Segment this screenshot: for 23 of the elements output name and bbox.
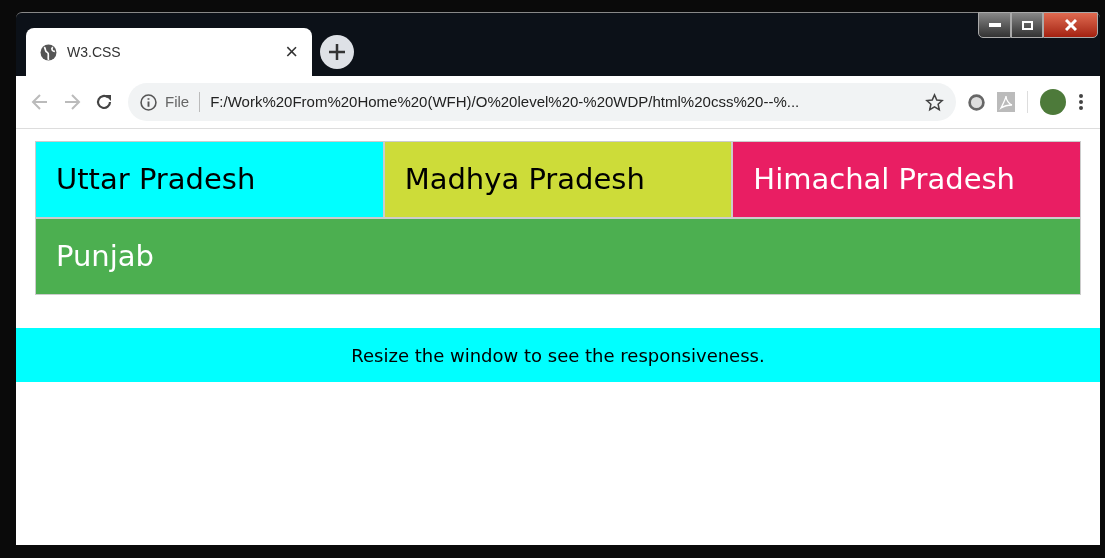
browser-tab[interactable]: W3.CSS ×	[26, 28, 312, 76]
menu-icon[interactable]	[1078, 93, 1084, 111]
globe-icon	[40, 43, 57, 61]
profile-avatar[interactable]	[1040, 89, 1066, 115]
extension-icon[interactable]	[968, 93, 985, 111]
scheme-label: File	[165, 91, 190, 112]
minimize-button[interactable]	[978, 12, 1011, 38]
state-panel: Punjab	[36, 219, 1080, 294]
new-tab-icon[interactable]	[320, 35, 354, 69]
footer-banner: Resize the window to see the responsiveness.	[16, 328, 1100, 382]
address-bar[interactable]: File F:/Work%20From%20Home%20(WFH)/O%20level%20-%20WDP/html%20css%20--%...	[128, 83, 956, 121]
url-text: F:/Work%20From%20Home%20(WFH)/O%20level%20-%20WDP/html%20css%20--%...	[210, 91, 801, 112]
tab-title: W3.CSS	[67, 42, 122, 62]
star-icon[interactable]	[925, 92, 944, 112]
state-panel: Himachal Pradesh	[733, 142, 1080, 217]
info-icon[interactable]	[140, 93, 157, 111]
maximize-button[interactable]	[1011, 12, 1043, 38]
state-panel: Uttar Pradesh	[36, 142, 383, 217]
tab-close-button[interactable]: ×	[285, 41, 298, 63]
state-panel: Madhya Pradesh	[384, 142, 732, 217]
close-icon	[1064, 19, 1077, 31]
reload-icon[interactable]	[94, 92, 114, 112]
close-button[interactable]	[1043, 12, 1098, 38]
